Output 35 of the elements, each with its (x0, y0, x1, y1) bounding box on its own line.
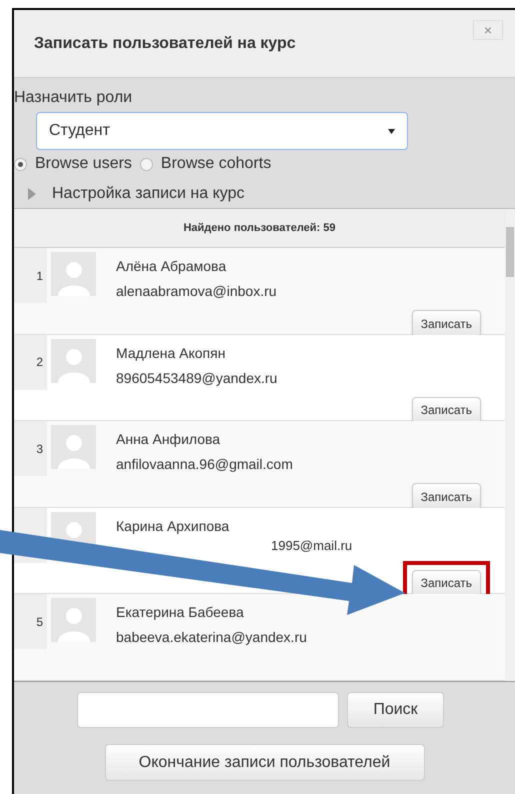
user-name: Анна Анфилова (116, 430, 220, 450)
avatar-placeholder (51, 425, 96, 470)
role-select[interactable]: Студент (36, 112, 408, 150)
finish-button[interactable]: Окончание записи пользователей (104, 744, 424, 781)
found-count-bar: Найдено пользователей: 59 (14, 209, 505, 248)
row-number-cell: 2 (14, 334, 47, 390)
user-email: alenaabramova@inbox.ru (116, 282, 277, 301)
avatar-placeholder (51, 598, 96, 642)
roles-label: Назначить роли (14, 88, 134, 108)
user-email: anfilovaanna.96@gmail.com (116, 455, 293, 474)
enroll-button[interactable]: Записать (412, 483, 481, 510)
search-field[interactable] (77, 692, 339, 728)
browse-radio[interactable]: Browse users (14, 152, 132, 176)
user-email: 89605453489@yandex.ru (116, 368, 278, 388)
user-email: 1995@mail.ru (271, 538, 352, 554)
dialog-title: Записать пользователей на курс (34, 34, 296, 54)
user-name: Мадлена Акопян (116, 344, 226, 363)
search-button[interactable]: Поиск (347, 692, 444, 728)
user-name: Карина Архипова (116, 516, 230, 536)
enroll-button[interactable]: Записать (412, 570, 481, 597)
row-number-cell: 5 (14, 594, 47, 650)
user-name: Алёна Абрамова (116, 257, 226, 276)
browse-radio[interactable]: Browse cohorts (140, 152, 272, 176)
row-number-cell: 3 (14, 421, 47, 476)
avatar-placeholder (51, 252, 96, 296)
enroll-button[interactable]: Записать (412, 310, 481, 337)
user-email: babeeva.ekaterina@yandex.ru (116, 628, 307, 648)
scrollbar[interactable] (505, 209, 515, 681)
dropdown-caret-icon (388, 128, 395, 134)
enroll-button[interactable]: Записать (412, 396, 481, 424)
row-number-cell: 1 (14, 248, 47, 303)
user-name: Екатерина Бабеева (116, 603, 244, 622)
avatar-placeholder (51, 338, 96, 383)
scrollbar-thumb[interactable] (506, 227, 514, 277)
settings-expander[interactable]: Настройка записи на курс (28, 182, 515, 206)
